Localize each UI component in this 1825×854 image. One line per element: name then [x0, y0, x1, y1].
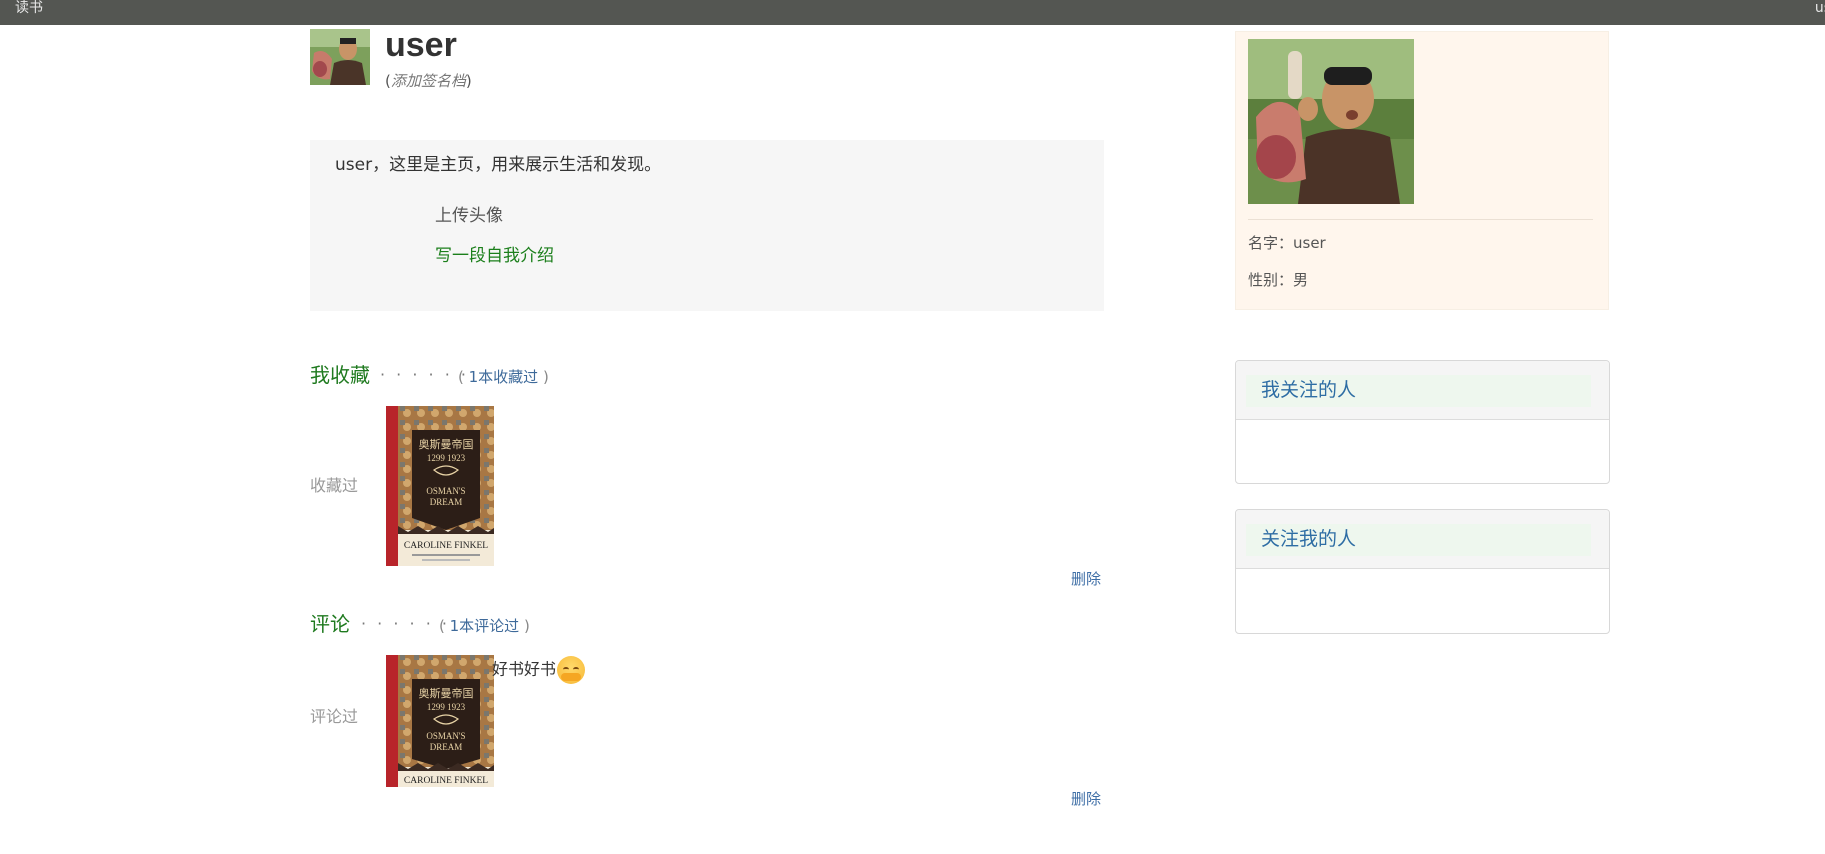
delete-review-link[interactable]: 删除	[1071, 788, 1101, 810]
profile-info-card: 名字：user 性别：男	[1235, 31, 1609, 310]
book-title-cn: 奥斯曼帝国	[419, 686, 474, 700]
book-title-cn: 奥斯曼帝国	[419, 437, 474, 451]
count-close-paren: )	[523, 617, 530, 635]
count-open-paren: (	[439, 617, 445, 635]
intro-text: user，这里是主页，用来展示生活和发现。	[335, 155, 662, 175]
delete-collection-link[interactable]: 删除	[1071, 568, 1101, 590]
following-title[interactable]: 我关注的人	[1261, 376, 1356, 404]
review-comment-text: 好书好书	[492, 659, 557, 679]
collections-dots: · · · · · ·	[380, 365, 469, 384]
add-signature-link[interactable]: 添加签名档	[391, 72, 466, 90]
reviews-dots: · · · · · ·	[361, 614, 450, 633]
book-author: CAROLINE FINKEL	[404, 776, 488, 786]
profile-gender-field: 性别：男	[1248, 271, 1309, 289]
signature-close-paren: )	[465, 72, 472, 90]
write-intro-link[interactable]: 写一段自我介绍	[435, 243, 554, 269]
profile-avatar-small	[310, 29, 370, 85]
reviews-count-link[interactable]: 1本评论过	[450, 617, 520, 635]
collected-row-label: 收藏过	[310, 476, 359, 495]
book-years: 1299 1923	[427, 702, 466, 712]
followers-panel: 关注我的人	[1235, 509, 1610, 634]
reviewed-book-cover[interactable]: 奥斯曼帝国 1299 1923 OSMAN'S DREAM CAROLINE F…	[386, 655, 494, 787]
collections-title[interactable]: 我收藏	[310, 361, 370, 389]
signature-line: (添加签名档)	[385, 70, 472, 92]
reviewed-row-label: 评论过	[310, 707, 359, 726]
followers-title[interactable]: 关注我的人	[1261, 525, 1356, 553]
intro-box: user，这里是主页，用来展示生活和发现。 上传头像 写一段自我介绍	[310, 140, 1104, 311]
card-divider	[1248, 219, 1593, 220]
book-title-en-2: DREAM	[430, 742, 463, 752]
user-menu-link[interactable]: us	[1815, 0, 1825, 17]
collected-book-cover[interactable]: 奥斯曼帝国 1299 1923 OSMAN'S DREAM CAROLINE F…	[386, 406, 494, 566]
profile-avatar-large	[1248, 39, 1414, 204]
book-title-en-2: DREAM	[430, 497, 463, 507]
profile-name-field: 名字：user	[1248, 234, 1326, 252]
reviews-count: ( 1本评论过 )	[439, 612, 530, 640]
collections-count: ( 1本收藏过 )	[458, 363, 549, 391]
collections-count-link[interactable]: 1本收藏过	[469, 368, 539, 386]
count-open-paren: (	[458, 368, 464, 386]
profile-username: user	[385, 26, 457, 64]
count-close-paren: )	[542, 368, 549, 386]
reviews-title[interactable]: 评论	[310, 610, 350, 638]
site-brand-link[interactable]: 读书	[15, 0, 43, 17]
followers-panel-header: 关注我的人	[1236, 510, 1609, 569]
review-comment: 好书好书	[492, 656, 586, 684]
top-nav-bar: 读书 us	[0, 0, 1825, 25]
hugging-face-emoji-icon	[557, 656, 586, 684]
book-author: CAROLINE FINKEL	[404, 541, 488, 551]
book-years: 1299 1923	[427, 453, 466, 463]
book-title-en-1: OSMAN'S	[426, 731, 465, 741]
following-panel-header: 我关注的人	[1236, 361, 1609, 420]
book-title-en-1: OSMAN'S	[426, 486, 465, 496]
following-panel: 我关注的人	[1235, 360, 1610, 484]
upload-avatar-link[interactable]: 上传头像	[435, 203, 503, 229]
